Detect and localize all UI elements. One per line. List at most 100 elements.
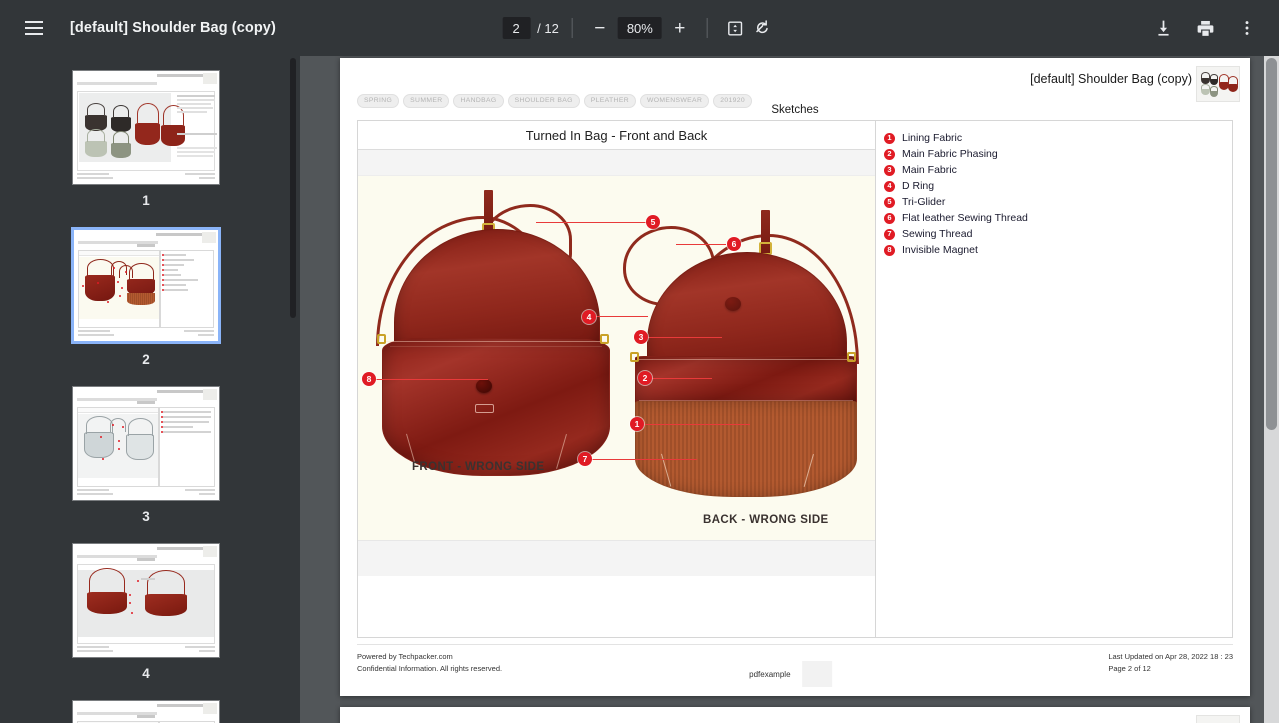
product-thumbnail-image-next [1196, 715, 1240, 723]
footer-last-updated: Last Updated on Apr 28, 2022 18 : 23 [1108, 652, 1233, 661]
download-icon[interactable] [1149, 14, 1177, 42]
pdf-viewer-area: [default] Shoulder Bag (copy) SPRING SUM… [300, 56, 1279, 723]
legend-label: Sewing Thread [902, 228, 973, 240]
toolbar-right-controls [1149, 14, 1261, 42]
legend-number: 3 [884, 164, 895, 176]
footer-right: Last Updated on Apr 28, 2022 18 : 23 Pag… [1108, 651, 1233, 674]
footer-center-placeholder-box [802, 661, 833, 687]
page-body: Turned In Bag - Front and Back FRONT - W… [357, 120, 1233, 638]
zoom-level-input[interactable]: 80% [617, 17, 662, 39]
sidebar-scrollbar[interactable] [290, 56, 296, 723]
tag-item[interactable]: HANDBAG [453, 94, 504, 108]
toolbar-center-controls: 2 / 12 − 80% + [502, 0, 777, 56]
footer-confidential: Confidential Information. All rights res… [357, 663, 503, 673]
thumbnail-image [72, 543, 220, 658]
thumbnail-list[interactable]: 1 2 3 4 [0, 56, 292, 723]
legend-label: Invisible Magnet [902, 244, 978, 256]
hamburger-menu-icon[interactable] [16, 10, 52, 46]
page-total-label: / 12 [537, 20, 559, 36]
footer-left: Powered by Techpacker.com Confidential I… [357, 651, 502, 674]
legend-item: 4 D Ring [884, 178, 1232, 194]
thumbnail-page-3[interactable]: 3 [71, 386, 221, 538]
thumbnail-number: 4 [142, 666, 150, 681]
footer-center-label: pdfexample [749, 669, 791, 679]
pdf-toolbar: [default] Shoulder Bag (copy) 2 / 12 − 8… [0, 0, 1279, 56]
thumbnail-image [71, 227, 221, 344]
legend-number: 4 [884, 180, 895, 192]
thumbnail-page-1[interactable]: 1 [71, 70, 221, 222]
thumbnail-page-4[interactable]: 4 [71, 543, 221, 695]
legend-item: 3 Main Fabric [884, 162, 1232, 178]
tag-item[interactable]: SHOULDER BAG [507, 94, 580, 108]
legend-panel: 1 Lining Fabric 2 Main Fabric Phasing 3 … [876, 120, 1233, 638]
pdf-page-2: [default] Shoulder Bag (copy) SPRING SUM… [340, 58, 1250, 696]
section-label: Sketches [771, 104, 819, 116]
d-ring-right [600, 334, 609, 344]
zoom-out-button[interactable]: − [586, 14, 614, 42]
legend-label: Tri-Glider [902, 196, 946, 208]
more-options-icon[interactable] [1233, 14, 1261, 42]
callout-marker-8: 8 [362, 372, 376, 386]
callout-marker-1: 1 [630, 417, 644, 431]
zoom-in-button[interactable]: + [666, 14, 694, 42]
legend-number: 7 [884, 228, 895, 240]
footer-center: pdfexample [749, 661, 833, 687]
legend-item: 2 Main Fabric Phasing [884, 146, 1232, 162]
d-ring-left [377, 334, 386, 344]
thumbnail-image [72, 70, 220, 185]
legend-label: Main Fabric Phasing [902, 148, 998, 160]
thumbnail-number: 1 [142, 193, 150, 208]
d-ring-right-back [847, 352, 856, 362]
toolbar-divider-2 [706, 18, 708, 38]
legend-item: 8 Invisible Magnet [884, 242, 1232, 258]
tag-item[interactable]: 201920 [713, 94, 752, 108]
thumbnail-image [72, 386, 220, 501]
legend-number: 6 [884, 212, 895, 224]
pdf-page-3 [340, 707, 1250, 723]
tag-item[interactable]: SUMMER [403, 94, 450, 108]
invisible-magnet [476, 379, 492, 393]
thumbnail-image [72, 700, 220, 723]
tag-item[interactable]: WOMENSWEAR [639, 94, 710, 108]
legend-number: 2 [884, 148, 895, 160]
thumbnail-number: 3 [142, 509, 150, 524]
legend-number: 1 [884, 132, 895, 144]
callout-marker-6: 6 [727, 237, 741, 251]
page-number-input[interactable]: 2 [502, 17, 531, 39]
legend-number: 5 [884, 196, 895, 208]
page-header-title: [default] Shoulder Bag (copy) [1030, 72, 1192, 86]
sketch-panel-band-bottom [358, 540, 875, 576]
print-icon[interactable] [1191, 14, 1219, 42]
legend-list: 1 Lining Fabric 2 Main Fabric Phasing 3 … [876, 121, 1232, 258]
zoom-in-label: + [674, 17, 686, 39]
legend-item: 7 Sewing Thread [884, 226, 1232, 242]
viewer-scrollbar[interactable] [1264, 56, 1279, 723]
tag-list: SPRING SUMMER HANDBAG SHOULDER BAG PLEAT… [357, 94, 752, 108]
page-footer: Powered by Techpacker.com Confidential I… [357, 644, 1233, 687]
sidebar-scrollbar-thumb[interactable] [290, 58, 296, 318]
legend-label: D Ring [902, 180, 935, 192]
callout-marker-3: 3 [634, 330, 648, 344]
callout-marker-2: 2 [638, 371, 652, 385]
fit-to-page-icon[interactable] [721, 14, 749, 42]
sketch-panel-band-top [358, 150, 875, 176]
thumbnail-page-2[interactable]: 2 [71, 227, 221, 381]
thumbnail-sidebar: 1 2 3 4 [0, 56, 300, 723]
sketch-panel-footer-space [358, 576, 875, 636]
viewer-scrollbar-thumb[interactable] [1266, 58, 1277, 430]
tag-item[interactable]: PLEATHER [583, 94, 636, 108]
tag-item[interactable]: SPRING [357, 94, 400, 108]
legend-item: 1 Lining Fabric [884, 130, 1232, 146]
rotate-clockwise-icon[interactable] [749, 14, 777, 42]
callout-marker-4: 4 [582, 310, 596, 324]
toolbar-divider-1 [571, 18, 573, 38]
thumbnail-page-5[interactable]: 5 [71, 700, 221, 723]
footer-page-of: Page 2 of 12 [1108, 663, 1151, 673]
legend-label: Main Fabric [902, 164, 957, 176]
sketch-panel: Turned In Bag - Front and Back FRONT - W… [357, 120, 876, 638]
d-ring-left-back [630, 352, 639, 362]
callout-marker-7: 7 [578, 452, 592, 466]
sketch-illustration: FRONT - WRONG SIDE BACK - WRONG SIDE 8 4… [358, 176, 875, 540]
legend-number: 8 [884, 244, 895, 256]
legend-item: 5 Tri-Glider [884, 194, 1232, 210]
